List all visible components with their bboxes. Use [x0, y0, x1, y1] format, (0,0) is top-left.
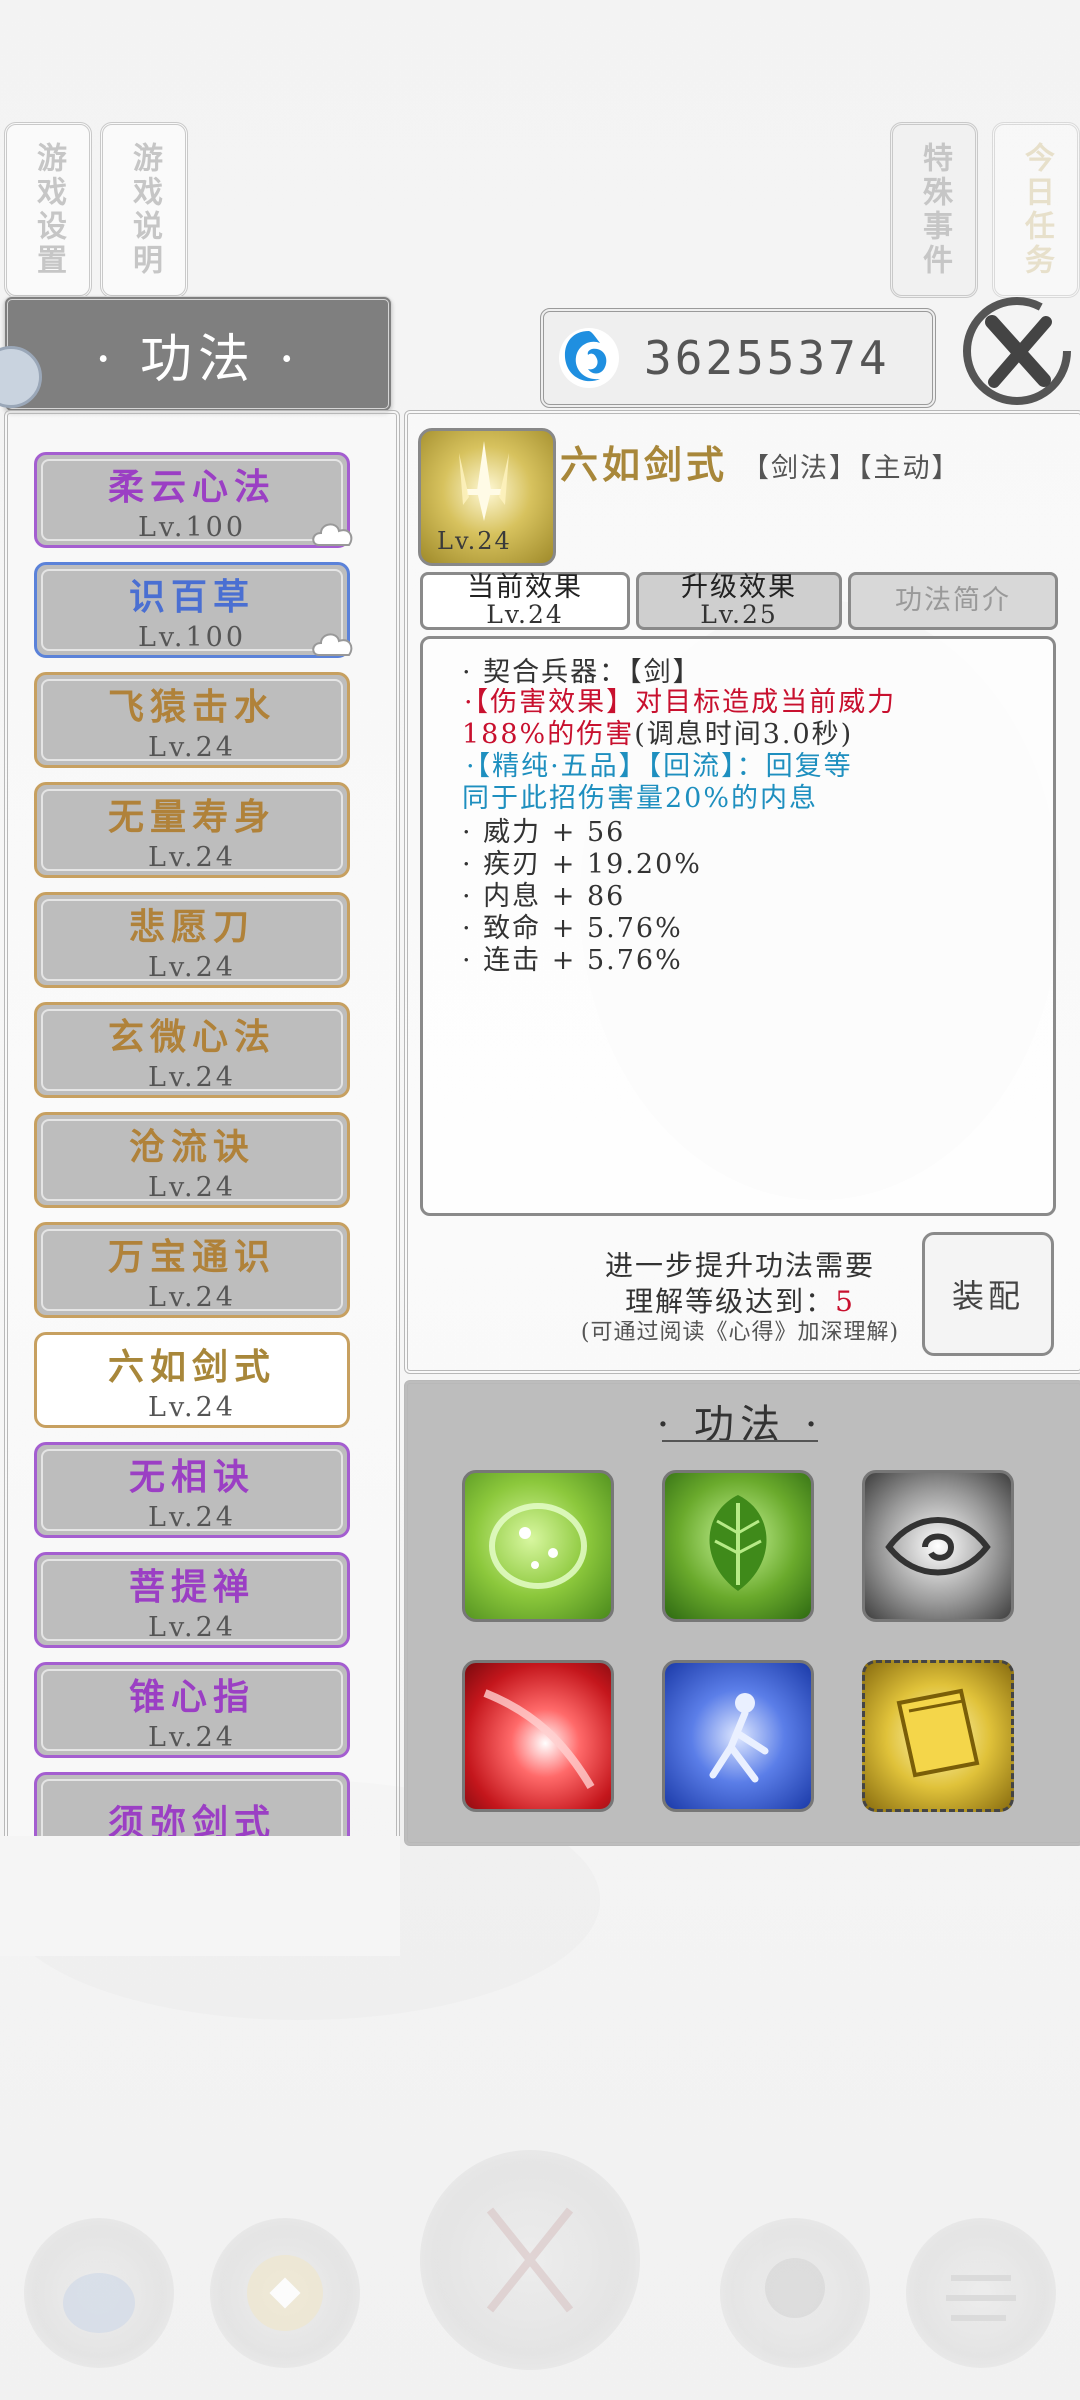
skill-list-item[interactable]: 万宝通识 Lv.24 — [34, 1222, 350, 1318]
game-settings-tab[interactable]: 游戏设置 — [4, 122, 92, 298]
skill-item-name: 六如剑式 — [107, 1345, 276, 1388]
skill-list-item[interactable]: 菩提禅 Lv.24 — [34, 1552, 350, 1648]
equipped-slot-6[interactable] — [862, 1660, 1014, 1812]
skill-item-level: Lv.24 — [148, 1501, 236, 1533]
nav-character-button[interactable] — [720, 2218, 870, 2368]
skill-item-level: Lv.24 — [148, 1721, 236, 1753]
skill-item-name: 无相诀 — [128, 1455, 255, 1498]
cloud-icon — [312, 633, 353, 656]
nav-battle-button[interactable] — [420, 2150, 640, 2370]
skill-list-item[interactable]: 锥心指 Lv.24 — [34, 1662, 350, 1758]
skill-item-name: 柔云心法 — [107, 465, 276, 508]
daily-tasks-tab[interactable]: 今日任务 — [992, 122, 1080, 298]
coin-icon — [247, 2255, 323, 2331]
nav-bag-button[interactable] — [24, 2218, 174, 2368]
nav-coin-button[interactable] — [210, 2218, 360, 2368]
skill-item-level: Lv.24 — [148, 1611, 236, 1643]
skill-item-name: 识百草 — [128, 575, 255, 618]
skill-list-item[interactable]: 六如剑式 Lv.24 — [34, 1332, 350, 1428]
skill-list-item[interactable]: 玄微心法 Lv.24 — [34, 1002, 350, 1098]
skill-item-name: 悲愿刀 — [128, 905, 255, 948]
skill-item-level: Lv.24 — [148, 731, 236, 763]
skill-item-level: Lv.24 — [148, 841, 236, 873]
skill-item-level: Lv.24 — [148, 951, 236, 983]
close-button[interactable] — [958, 292, 1076, 410]
skill-icon-level: Lv.24 — [437, 527, 512, 555]
skill-list-item[interactable]: 悲愿刀 Lv.24 — [34, 892, 350, 988]
game-help-tab[interactable]: 游戏说明 — [100, 122, 188, 298]
skill-item-name: 万宝通识 — [107, 1235, 276, 1278]
page-title: · 功法 · — [4, 296, 392, 412]
tab-current-effect[interactable]: 当前效果 Lv.24 — [420, 572, 630, 630]
tab-upgrade-effect[interactable]: 升级效果 Lv.25 — [636, 572, 842, 630]
cloud-icon — [312, 523, 353, 546]
skill-list-item[interactable]: 飞猿击水 Lv.24 — [34, 672, 350, 768]
bag-icon — [63, 2273, 135, 2333]
close-icon — [963, 297, 1071, 405]
equipped-slot-5[interactable] — [662, 1660, 814, 1812]
upgrade-req-line1: 进一步提升功法需要 — [604, 1249, 875, 1282]
skill-item-name: 无量寿身 — [107, 795, 276, 838]
skill-item-level: Lv.24 — [148, 1171, 236, 1203]
skill-name: 六如剑式 — [560, 442, 729, 487]
list-bottom-mask — [0, 1836, 400, 1956]
special-events-tab[interactable]: 特殊事件 — [890, 122, 978, 298]
skill-item-name: 沧流诀 — [128, 1125, 255, 1168]
skill-list-item[interactable]: 柔云心法 Lv.100 — [34, 452, 353, 548]
skill-item-name: 锥心指 — [128, 1675, 255, 1718]
eye-icon — [885, 1517, 991, 1576]
skill-item-name: 玄微心法 — [107, 1015, 276, 1058]
skill-list-item[interactable]: 无相诀 Lv.24 — [34, 1442, 350, 1538]
upgrade-req-hint: (可通过阅读《心得》加深理解) — [580, 1320, 900, 1345]
skill-item-level: Lv.24 — [148, 1391, 236, 1423]
equip-button[interactable]: 装配 — [922, 1232, 1054, 1356]
scroll-icon — [946, 2275, 1016, 2321]
skill-item-level: Lv.24 — [148, 1061, 236, 1093]
tab-skill-intro[interactable]: 功法简介 — [848, 572, 1058, 630]
equipped-slot-3[interactable] — [862, 1470, 1014, 1622]
blue-figure-icon — [709, 1693, 769, 1783]
equipped-slot-2[interactable] — [662, 1470, 814, 1622]
equipped-slot-1[interactable] — [462, 1470, 614, 1622]
equipped-title-underline — [662, 1440, 818, 1442]
skill-item-name: 飞猿击水 — [107, 685, 276, 728]
skill-item-name: 菩提禅 — [128, 1565, 255, 1608]
currency-value: 36255374 — [644, 331, 890, 385]
skill-item-level: Lv.100 — [137, 511, 247, 543]
skill-list-item[interactable]: 沧流诀 Lv.24 — [34, 1112, 350, 1208]
swirl-currency-icon — [559, 328, 619, 388]
skill-item-level: Lv.100 — [137, 621, 247, 653]
golden-book-icon — [896, 1688, 980, 1778]
nav-scroll-button[interactable] — [906, 2218, 1056, 2368]
skill-list-item[interactable]: 识百草 Lv.100 — [34, 562, 353, 658]
effect-stat-combo: · 连击 + 5.76% — [462, 945, 683, 976]
character-icon — [765, 2258, 825, 2318]
equipped-slot-4[interactable] — [462, 1660, 614, 1812]
currency-display: 36255374 — [540, 308, 936, 408]
crossed-swords-icon — [486, 2207, 574, 2313]
skill-list-item[interactable]: 无量寿身 Lv.24 — [34, 782, 350, 878]
skill-tags: 【剑法】【主动】 — [742, 453, 961, 484]
red-slash-icon — [483, 1689, 595, 1790]
green-orb-icon — [489, 1503, 587, 1589]
skill-item-level: Lv.24 — [148, 1281, 236, 1313]
skill-icon: Lv.24 — [418, 428, 556, 566]
leaf-icon — [709, 1495, 767, 1591]
